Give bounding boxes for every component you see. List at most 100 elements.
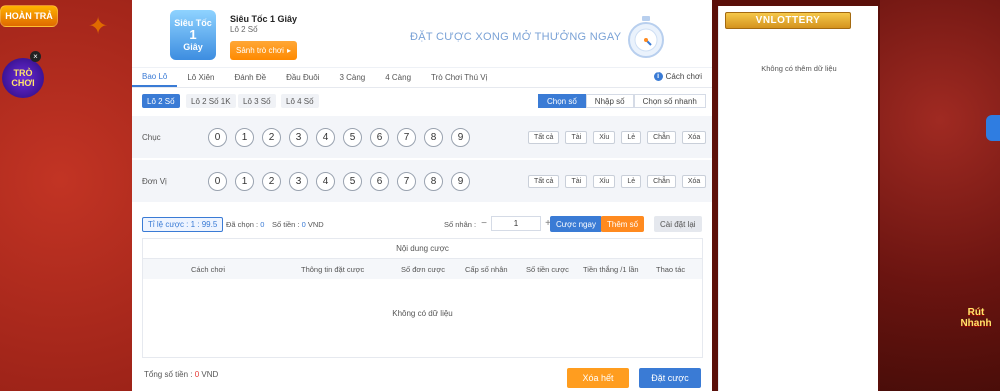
digit-ball[interactable]: 9 — [451, 171, 470, 191]
rules-link[interactable]: i Cách chơi — [653, 72, 702, 81]
digit-row-don-vi: Đơn Vị 0 1 2 3 4 5 6 7 8 9 Tất cả Tài Xỉ… — [132, 160, 712, 202]
side-drawer-handle[interactable] — [986, 115, 1000, 141]
chevron-right-icon: ▸ — [286, 46, 291, 55]
digit-ball[interactable]: 2 — [262, 127, 281, 147]
filter-tai-button[interactable]: Tài — [565, 174, 588, 188]
info-icon: i — [653, 72, 663, 81]
game-logo: Siêu Tốc 1 Giây — [170, 10, 216, 60]
multiplier-input[interactable]: 1 — [491, 216, 541, 231]
vnlottery-logo: VNLOTTERY — [725, 12, 851, 29]
filter-clear-button[interactable]: Xóa — [681, 174, 707, 188]
column-header: Số đơn cược — [401, 264, 446, 274]
rutnhanh-promo-button[interactable]: Rút Nhanh — [952, 300, 1000, 336]
trochoi-label-1: TRÒ — [13, 68, 33, 78]
amount-unit: VND — [307, 220, 324, 229]
digit-ball[interactable]: 5 — [343, 171, 362, 191]
reset-button[interactable]: Cài đặt lại — [654, 216, 702, 232]
filter-xiu-button[interactable]: Xỉu — [593, 174, 616, 188]
mode-chon-so-nhanh[interactable]: Chọn số nhanh — [633, 94, 706, 108]
filter-group-don-vi: Tất cả Tài Xỉu Lẻ Chẵn Xóa — [528, 174, 707, 188]
tab-lo-xien[interactable]: Lô Xiên — [177, 67, 224, 87]
filter-all-button[interactable]: Tất cả — [528, 174, 560, 188]
digit-ball[interactable]: 8 — [424, 171, 443, 191]
digit-ball[interactable]: 9 — [451, 127, 470, 147]
digit-row-chuc: Chục 0 1 2 3 4 5 6 7 8 9 Tất cả Tài Xỉu … — [132, 116, 712, 158]
tab-bao-lo[interactable]: Bao Lô — [132, 67, 178, 87]
digit-ball[interactable]: 2 — [262, 171, 281, 191]
digit-group-chuc: 0 1 2 3 4 5 6 7 8 9 — [208, 127, 470, 147]
tab-danh-de[interactable]: Đánh Đề — [225, 67, 277, 87]
selected-value: 0 — [260, 220, 265, 229]
multiplier-label: Số nhân : — [444, 220, 477, 229]
column-header: Số tiền cược — [526, 264, 569, 274]
digit-ball[interactable]: 6 — [370, 127, 389, 147]
selected-label: Đã chọn : — [226, 220, 259, 229]
lobby-button[interactable]: Sảnh trò chơi ▸ — [230, 41, 297, 60]
column-header: Thao tác — [656, 264, 686, 274]
filter-all-button[interactable]: Tất cả — [528, 130, 560, 144]
close-icon[interactable]: × — [30, 51, 41, 62]
digit-ball[interactable]: 0 — [208, 171, 227, 191]
game-header: Siêu Tốc 1 Giây Siêu Tốc 1 Giây Lô 2 Số … — [132, 0, 712, 68]
bet-amount: Số tiền : 0 VND — [272, 220, 324, 229]
filter-clear-button[interactable]: Xóa — [681, 130, 707, 144]
subtype-lo-2-so-1k[interactable]: Lô 2 Số 1K — [186, 94, 236, 108]
digit-ball[interactable]: 7 — [397, 171, 416, 191]
tab-3-cang[interactable]: 3 Càng — [329, 67, 375, 87]
amount-label: Số tiền : — [272, 220, 300, 229]
history-panel: VNLOTTERY Không có thêm dữ liệu — [718, 6, 878, 391]
mode-nhap-so[interactable]: Nhập số — [585, 94, 634, 108]
digit-ball[interactable]: 3 — [289, 171, 308, 191]
bet-action-row: Tỉ lệ cược : 1 : 99.5 Đã chọn : 0 Số tiề… — [132, 206, 712, 242]
filter-le-button[interactable]: Lẻ — [621, 174, 642, 188]
bet-content-table: Nội dung cược Cách chơi Thông tin đặt cư… — [142, 238, 703, 358]
bet-table-title: Nội dung cược — [143, 239, 702, 259]
digit-ball[interactable]: 6 — [370, 171, 389, 191]
filter-tai-button[interactable]: Tài — [565, 130, 588, 144]
hoantra-promo-button[interactable]: HOÀN TRẢ — [0, 5, 58, 27]
digit-ball[interactable]: 8 — [424, 127, 443, 147]
trochoi-promo-button[interactable]: TRÒ CHƠI — [2, 58, 44, 98]
mode-chon-so[interactable]: Chọn số — [538, 94, 586, 108]
filter-chan-button[interactable]: Chẵn — [647, 174, 676, 188]
digit-ball[interactable]: 4 — [316, 171, 335, 191]
filter-xiu-button[interactable]: Xỉu — [593, 130, 616, 144]
total-value: 0 — [194, 370, 200, 379]
odds-badge: Tỉ lệ cược : 1 : 99.5 — [142, 217, 224, 232]
bet-type-tabs: Bao Lô Lô Xiên Đánh Đề Đầu Đuôi 3 Càng 4… — [132, 68, 712, 88]
digit-ball[interactable]: 4 — [316, 127, 335, 147]
amount-value: 0 — [301, 220, 306, 229]
digit-ball[interactable]: 5 — [343, 127, 362, 147]
place-bet-button[interactable]: Đặt cược — [639, 368, 701, 388]
column-header: Cách chơi — [191, 264, 226, 274]
rutnhanh-label-2: Nhanh — [960, 318, 992, 329]
game-subtitle: Lô 2 Số — [230, 25, 258, 34]
subtype-lo-3-so[interactable]: Lô 3 Số — [238, 94, 276, 108]
filter-group-chuc: Tất cả Tài Xỉu Lẻ Chẵn Xóa — [528, 130, 707, 144]
digit-ball[interactable]: 0 — [208, 127, 227, 147]
subtype-lo-2-so[interactable]: Lô 2 Số — [142, 94, 180, 108]
add-number-button[interactable]: Thêm số — [601, 216, 645, 232]
total-amount: Tổng số tiền : 0 VND — [144, 370, 218, 379]
trochoi-label-2: CHƠI — [11, 78, 35, 88]
digit-ball[interactable]: 1 — [235, 127, 254, 147]
game-panel: Siêu Tốc 1 Giây Siêu Tốc 1 Giây Lô 2 Số … — [132, 0, 712, 391]
tab-dau-duoi[interactable]: Đầu Đuôi — [276, 67, 329, 87]
row-label-chuc: Chục — [142, 132, 161, 142]
digit-ball[interactable]: 3 — [289, 127, 308, 147]
tab-tro-choi-thu-vi[interactable]: Trò Chơi Thú Vị — [421, 67, 497, 87]
clear-all-button[interactable]: Xóa hết — [567, 368, 629, 388]
digit-ball[interactable]: 7 — [397, 127, 416, 147]
quick-bet-button[interactable]: Cược ngay — [550, 216, 602, 232]
tab-4-cang[interactable]: 4 Càng — [375, 67, 421, 87]
rules-link-label: Cách chơi — [665, 72, 702, 81]
rutnhanh-label-1: Rút — [967, 307, 985, 318]
subtype-lo-4-so[interactable]: Lô 4 Số — [281, 94, 319, 108]
minus-button[interactable]: − — [477, 216, 491, 231]
filter-le-button[interactable]: Lẻ — [621, 130, 642, 144]
digit-ball[interactable]: 1 — [235, 171, 254, 191]
total-label: Tổng số tiền : — [144, 370, 193, 379]
game-title: Siêu Tốc 1 Giây — [230, 14, 298, 24]
filter-chan-button[interactable]: Chẵn — [647, 130, 676, 144]
slogan: ĐẶT CƯỢC XONG MỞ THƯỞNG NGAY — [410, 31, 622, 43]
